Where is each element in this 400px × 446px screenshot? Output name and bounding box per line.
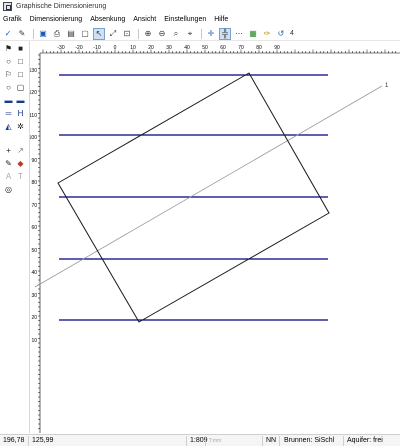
x-tick-label: 70 [238,45,244,51]
zoom-in-icon[interactable]: ⊕ [142,28,154,40]
app-icon [3,2,12,11]
status-divider [186,436,187,446]
target-icon[interactable]: ◎ [3,184,14,195]
refresh-count: 4 [290,30,294,37]
menu-einstellungen[interactable]: Einstellungen [160,14,210,26]
y-tick-label: 120 [30,90,37,96]
pen-icon[interactable]: ✎ [16,28,28,40]
x-tick-label: 40 [184,45,190,51]
canvas-background [30,41,400,433]
status-divider [205,436,206,446]
x-tick-label: -10 [93,45,100,51]
square-outline-tool-icon[interactable]: □ [15,69,26,80]
y-tick-label: 100 [30,135,37,141]
well-tool-icon[interactable]: ◭ [3,121,14,132]
frame-icon[interactable]: ▢ [79,28,91,40]
circle-tool-icon[interactable]: ○ [3,56,14,67]
refresh-icon[interactable]: ↺ [275,28,287,40]
status-datum: NN [266,437,277,444]
map-icon[interactable]: ▦ [247,28,259,40]
toolbar: ✓ ✎ ▣ ⎙ ▤ ▢ ↖ ⤢ ⊡ ⊕ ⊖ ⌕ ⌖ ✛ ╬ ⋯ ▦ ✑ ↺ 4 [0,27,400,41]
status-divider [343,436,344,446]
y-tick-label: 40 [31,270,37,276]
text-tool-icon[interactable]: A [3,171,14,182]
measure-icon[interactable]: ↗ [15,145,26,156]
x-tick-label: -30 [57,45,64,51]
tool-palette: ⚑ ■ ○ □ ⚐ □ ○ ▢ ▬ ▬ ═ H ◭ ✲ + ↗ ✎ ◆ A T … [0,41,30,433]
zoom-window-icon[interactable]: ⌕ [170,28,182,40]
title-bar: Graphische Dimensionierung [0,0,400,13]
label-tool-icon[interactable]: T [15,171,26,182]
x-tick-label: 20 [148,45,154,51]
x-tick-label: 60 [220,45,226,51]
status-divider [262,436,263,446]
add-point-icon[interactable]: + [3,145,14,156]
brush-icon[interactable]: ✑ [261,28,273,40]
save-icon[interactable]: ▣ [37,28,49,40]
line-tool-icon[interactable]: ▬ [3,95,14,106]
toolbar-separator [33,28,34,39]
status-y-coordinate: 125,99 [32,437,54,444]
drawing-canvas[interactable]: -30 -20 -10 0 10 20 30 40 50 60 70 80 90… [30,41,400,433]
menu-ansicht[interactable]: Ansicht [129,14,160,26]
x-tick-label: 10 [130,45,136,51]
y-tick-label: 20 [31,315,37,321]
y-tick-label: 130 [30,68,37,74]
zoom-fit-icon[interactable]: ⊡ [121,28,133,40]
status-bar: 196,78 125,99 1:809 T:mm NN Brunnen: SiS… [0,434,400,446]
menu-hilfe[interactable]: Hilfe [210,14,232,26]
menu-absenkung[interactable]: Absenkung [86,14,129,26]
eraser-icon[interactable]: ◆ [15,158,26,169]
x-tick-label: 50 [202,45,208,51]
settings-tool-icon[interactable]: ✲ [15,121,26,132]
toolbar-separator [201,28,202,39]
y-tick-label: 80 [31,180,37,186]
menu-bar: Grafik Dimensionierung Absenkung Ansicht… [0,14,400,26]
status-time-unit: T:mm [209,438,222,444]
status-divider [279,436,280,446]
circle-outline-tool-icon[interactable]: ○ [3,82,14,93]
status-divider [28,436,29,446]
menu-dimensionierung[interactable]: Dimensionierung [26,14,87,26]
x-tick-label: 0 [114,45,117,51]
window-title: Graphische Dimensionierung [16,3,107,10]
y-tick-label: 30 [31,293,37,299]
dashed-line-tool-icon[interactable]: ▬ [15,95,26,106]
zoom-out-icon[interactable]: ⊖ [156,28,168,40]
square-filled-tool-icon[interactable]: ■ [15,43,26,54]
pencil-icon[interactable]: ✎ [3,158,14,169]
dimension-tool-icon[interactable]: H [15,108,26,119]
x-tick-label: 80 [256,45,262,51]
menu-grafik[interactable]: Grafik [0,14,26,26]
toolbar-separator [138,28,139,39]
status-aquifer: Aquifer: frei [347,437,383,444]
select-arrow-icon[interactable]: ↖ [93,27,105,40]
y-tick-label: 60 [31,225,37,231]
x-tick-label: 90 [274,45,280,51]
status-x-coordinate: 196,78 [3,437,25,444]
x-tick-label: -20 [75,45,82,51]
y-tick-label: 110 [30,113,37,119]
y-tick-label: 10 [31,338,37,344]
status-well: Brunnen: SiSchl [284,437,335,444]
y-tick-label: 50 [31,248,37,254]
x-tick-label: 30 [166,45,172,51]
drawing-svg[interactable]: -30 -20 -10 0 10 20 30 40 50 60 70 80 90… [30,41,400,433]
flag-tool-icon[interactable]: ⚑ [3,43,14,54]
zoom-previous-icon[interactable]: ⌖ [184,28,196,40]
box-tool-icon[interactable]: ▢ [15,82,26,93]
grid-icon[interactable]: ⋯ [233,28,245,40]
print-icon[interactable]: ⎙ [51,28,63,40]
grid-snap-icon[interactable]: ╬ [219,27,231,40]
checkmark-icon[interactable]: ✓ [2,28,14,40]
crosshair-icon[interactable]: ✛ [205,28,217,40]
double-line-tool-icon[interactable]: ═ [3,108,14,119]
y-tick-label: 90 [31,158,37,164]
move-icon[interactable]: ⤢ [107,28,119,40]
y-tick-label: 70 [31,203,37,209]
flag-outline-tool-icon[interactable]: ⚐ [3,69,14,80]
page-setup-icon[interactable]: ▤ [65,28,77,40]
square-tool-icon[interactable]: □ [15,56,26,67]
